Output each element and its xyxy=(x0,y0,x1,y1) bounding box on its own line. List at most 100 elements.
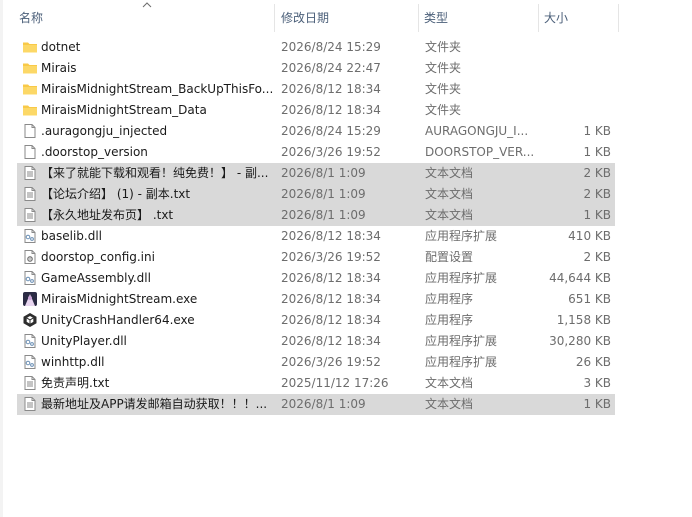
file-modified-date: 2026/8/1 1:09 xyxy=(281,397,366,411)
file-modified-date: 2026/3/26 19:52 xyxy=(281,250,381,264)
column-divider[interactable] xyxy=(274,4,275,32)
file-row[interactable]: .doorstop_version 2026/3/26 19:52 DOORSTOP… xyxy=(17,142,615,163)
column-divider[interactable] xyxy=(618,4,619,32)
column-header-name[interactable]: 名称 xyxy=(19,0,43,36)
file-row[interactable]: winhttp.dll 2026/3/26 19:52 应用程序扩展 26 KB xyxy=(17,352,615,373)
file-type: 应用程序扩展 xyxy=(425,334,498,348)
column-divider[interactable] xyxy=(418,4,419,32)
file-name: 【论坛介绍】 (1) - 副本.txt xyxy=(41,187,191,201)
file-size xyxy=(537,79,611,100)
file-modified-date: 2026/8/1 1:09 xyxy=(281,208,366,222)
file-modified-date: 2026/8/1 1:09 xyxy=(281,166,366,180)
file-name: MiraisMidnightStream_Data xyxy=(41,103,207,117)
file-modified-date: 2026/3/26 19:52 xyxy=(281,355,381,369)
file-name: doorstop_config.ini xyxy=(41,250,155,264)
file-name: 免责声明.txt xyxy=(41,376,110,390)
file-row[interactable]: doorstop_config.ini 2026/3/26 19:52 配置设置 2 … xyxy=(17,247,615,268)
file-name: .doorstop_version xyxy=(41,145,148,159)
file-name: winhttp.dll xyxy=(41,355,105,369)
file-row[interactable]: 【论坛介绍】 (1) - 副本.txt 2026/8/1 1:09 文本文档 2 KB xyxy=(17,184,615,205)
file-name: UnityPlayer.dll xyxy=(41,334,127,348)
column-header-date[interactable]: 修改日期 xyxy=(281,0,329,36)
file-size xyxy=(537,58,611,79)
file-modified-date: 2026/8/12 18:34 xyxy=(281,229,381,243)
file-row[interactable]: 【永久地址发布页】 .txt 2026/8/1 1:09 文本文档 1 KB xyxy=(17,205,615,226)
config-file-icon xyxy=(22,249,38,265)
file-row[interactable]: UnityCrashHandler64.exe 2026/8/12 18:34 应用… xyxy=(17,310,615,331)
file-type: 文件夹 xyxy=(425,40,462,54)
file-size: 1 KB xyxy=(583,145,611,159)
column-divider[interactable] xyxy=(538,4,539,32)
file-name: UnityCrashHandler64.exe xyxy=(41,313,195,327)
file-type: 文本文档 xyxy=(425,208,474,222)
file-modified-date: 2026/8/12 18:34 xyxy=(281,82,381,96)
file-type: 应用程序扩展 xyxy=(425,271,498,285)
file-size xyxy=(537,100,611,121)
file-modified-date: 2026/8/24 15:29 xyxy=(281,40,381,54)
file-modified-date: 2026/8/24 22:47 xyxy=(281,61,381,75)
file-name: MiraisMidnightStream.exe xyxy=(41,292,198,306)
file-row[interactable]: 【来了就能下载和观看！纯免费！】 - 副... 2026/8/1 1:09 文本文档… xyxy=(17,163,615,184)
file-type: 配置设置 xyxy=(425,250,474,264)
file-name: dotnet xyxy=(41,40,81,54)
file-type: 文件夹 xyxy=(425,82,462,96)
dll-file-icon xyxy=(22,228,38,244)
dll-file-icon xyxy=(22,354,38,370)
file-size: 1 KB xyxy=(583,208,611,222)
text-file-icon xyxy=(22,207,38,223)
file-type: AURAGONGJU_I... xyxy=(425,124,529,138)
file-size: 1 KB xyxy=(583,397,611,411)
file-type: DOORSTOP_VER... xyxy=(425,145,535,159)
file-row[interactable]: 最新地址及APP请发邮箱自动获取！！！... 2026/8/1 1:09 文本文档 1… xyxy=(17,394,615,415)
folder-icon xyxy=(22,60,38,76)
file-row[interactable]: MiraisMidnightStream.exe 2026/8/12 18:34 应… xyxy=(17,289,615,310)
blank-file-icon xyxy=(22,144,38,160)
file-size: 2 KB xyxy=(583,187,611,201)
file-type: 应用程序 xyxy=(425,313,474,327)
file-type: 应用程序 xyxy=(425,292,474,306)
file-type: 文件夹 xyxy=(425,103,462,117)
unity-exe-icon xyxy=(22,312,38,328)
dll-file-icon xyxy=(22,270,38,286)
text-file-icon xyxy=(22,375,38,391)
file-row[interactable]: GameAssembly.dll 2026/8/12 18:34 应用程序扩展 44,… xyxy=(17,268,615,289)
file-modified-date: 2026/3/26 19:52 xyxy=(281,145,381,159)
file-type: 文本文档 xyxy=(425,166,474,180)
column-header-type[interactable]: 类型 xyxy=(424,0,448,36)
file-name: .auragongju_injected xyxy=(41,124,168,138)
file-size: 1 KB xyxy=(583,124,611,138)
file-modified-date: 2026/8/12 18:34 xyxy=(281,313,381,327)
file-size: 44,644 KB xyxy=(549,271,611,285)
file-size: 3 KB xyxy=(583,376,611,390)
file-type: 应用程序扩展 xyxy=(425,355,498,369)
window-left-edge xyxy=(0,0,3,517)
file-type: 应用程序扩展 xyxy=(425,229,498,243)
file-size: 26 KB xyxy=(575,355,611,369)
file-row[interactable]: MiraisMidnightStream_BackUpThisFo... 2026… xyxy=(17,79,615,100)
file-modified-date: 2026/8/12 18:34 xyxy=(281,271,381,285)
file-type: 文本文档 xyxy=(425,397,474,411)
blank-file-icon xyxy=(22,123,38,139)
file-row[interactable]: MiraisMidnightStream_Data 2026/8/12 18:34… xyxy=(17,100,615,121)
file-row[interactable]: Mirais 2026/8/24 22:47 文件夹 xyxy=(17,58,615,79)
file-size: 410 KB xyxy=(568,229,611,243)
file-name: GameAssembly.dll xyxy=(41,271,151,285)
file-row[interactable]: 免责声明.txt 2025/11/12 17:26 文本文档 3 KB xyxy=(17,373,615,394)
file-row[interactable]: baselib.dll 2026/8/12 18:34 应用程序扩展 410 KB xyxy=(17,226,615,247)
folder-icon xyxy=(22,102,38,118)
file-size: 2 KB xyxy=(583,166,611,180)
file-type: 文件夹 xyxy=(425,61,462,75)
file-modified-date: 2026/8/1 1:09 xyxy=(281,187,366,201)
file-row[interactable]: .auragongju_injected 2026/8/24 15:29 AURAG… xyxy=(17,121,615,142)
file-name: 【来了就能下载和观看！纯免费！】 - 副... xyxy=(41,166,269,180)
folder-icon xyxy=(22,81,38,97)
file-modified-date: 2026/8/12 18:34 xyxy=(281,292,381,306)
file-row[interactable]: UnityPlayer.dll 2026/8/12 18:34 应用程序扩展 30,2… xyxy=(17,331,615,352)
file-modified-date: 2026/8/24 15:29 xyxy=(281,124,381,138)
file-size: 30,280 KB xyxy=(549,334,611,348)
folder-icon xyxy=(22,39,38,55)
file-type: 文本文档 xyxy=(425,187,474,201)
file-row[interactable]: dotnet 2026/8/24 15:29 文件夹 xyxy=(17,37,615,58)
sort-ascending-icon xyxy=(142,2,152,8)
column-header-size[interactable]: 大小 xyxy=(544,0,568,36)
